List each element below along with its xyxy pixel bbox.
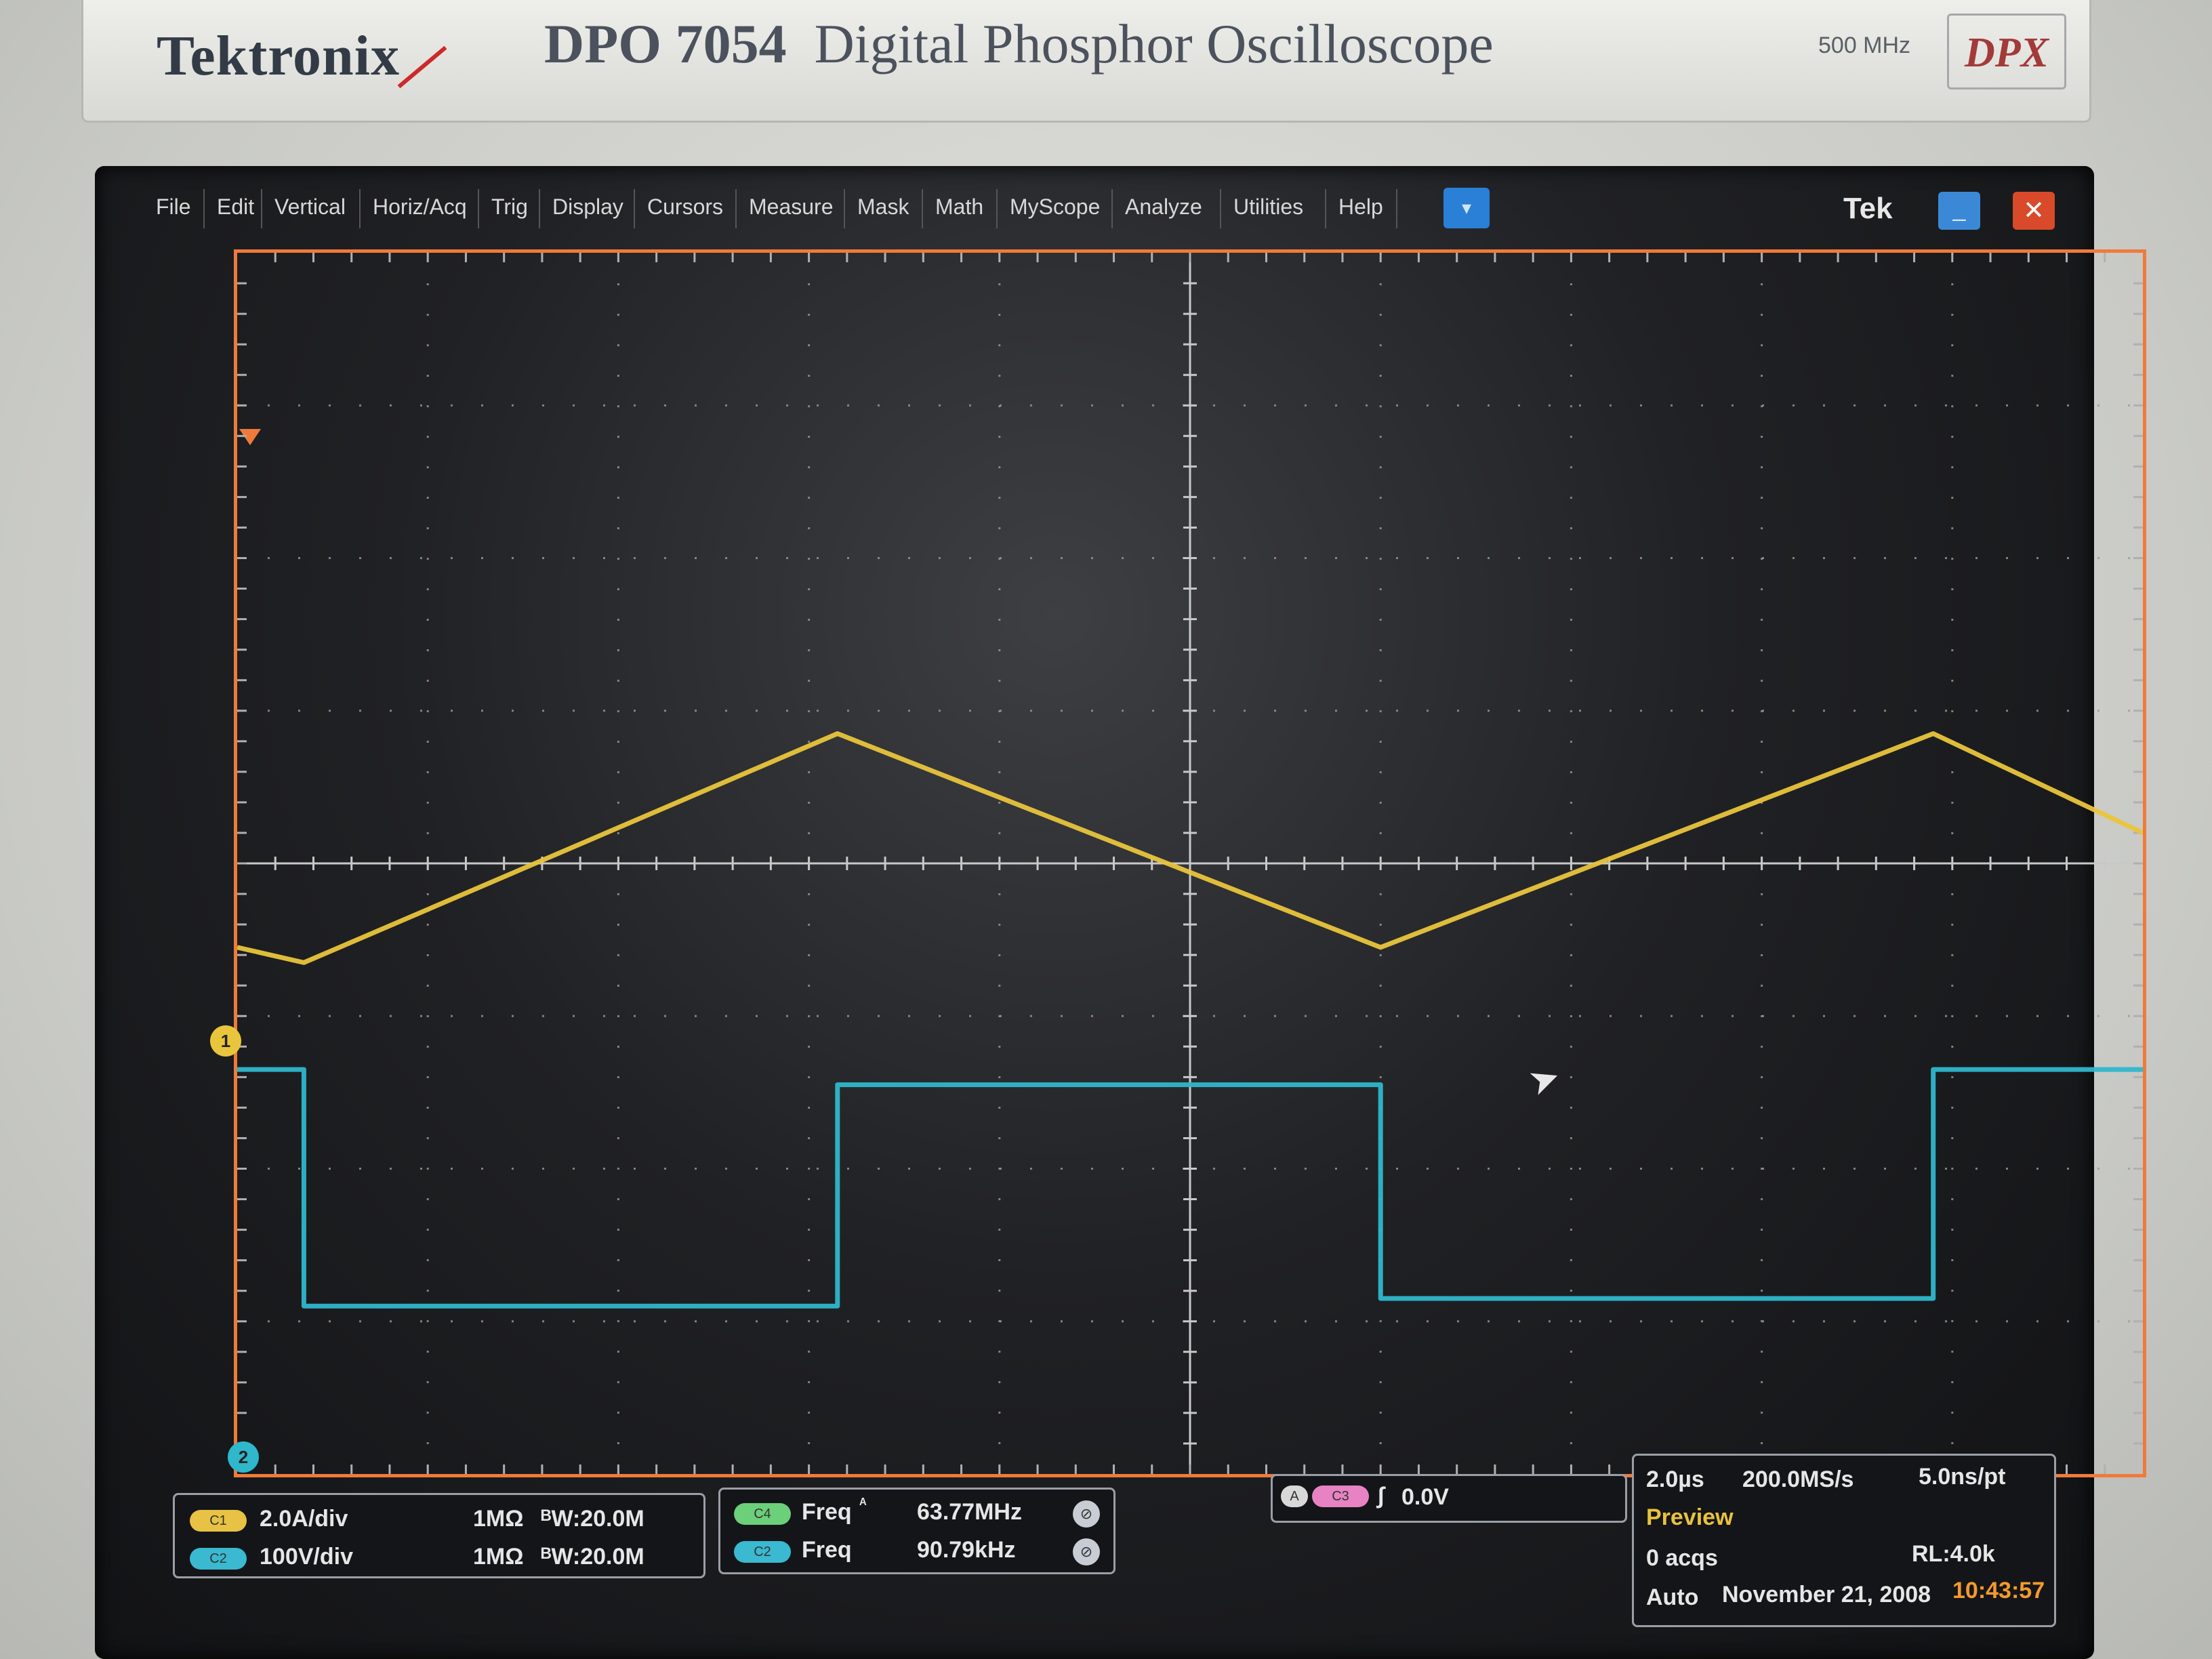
- close-button[interactable]: ✕: [2013, 192, 2055, 230]
- measurement-panel[interactable]: C4 Freq ᴬ 63.77MHz ⊘ C2 Freq 90.79kHz ⊘: [718, 1488, 1115, 1574]
- ch2-scale[interactable]: 100V/div: [260, 1544, 353, 1570]
- ch1-scale[interactable]: 2.0A/div: [260, 1506, 348, 1532]
- meas2-name: Freq: [802, 1537, 852, 1563]
- menu-analyze[interactable]: Analyze: [1125, 194, 1202, 220]
- menu-dropdown-icon[interactable]: ▾: [1443, 188, 1490, 228]
- bandwidth-label: 500 MHz: [1818, 33, 1911, 58]
- meas2-value: 90.79kHz: [917, 1537, 1016, 1563]
- scope-screen: File Edit Vertical Horiz/Acq Trig Displa…: [95, 166, 2146, 1659]
- menu-separator: [634, 189, 635, 228]
- menu-separator: [735, 189, 737, 228]
- clock-time: 10:43:57: [1952, 1578, 2045, 1603]
- menu-separator: [922, 189, 923, 228]
- trigger-panel[interactable]: A C3 ∫ 0.0V: [1271, 1474, 1627, 1523]
- trigger-level: 0.0V: [1401, 1484, 1449, 1510]
- waveform-plot: [237, 253, 2143, 1474]
- menu-file[interactable]: File: [156, 194, 191, 220]
- meas1-qualifier: ᴬ: [859, 1495, 867, 1512]
- menu-cursors[interactable]: Cursors: [647, 194, 723, 220]
- menu-vertical[interactable]: Vertical: [274, 194, 346, 220]
- ch2-bandwidth: ᴮW:20.0M: [541, 1544, 644, 1570]
- meas1-chip: C4: [734, 1503, 791, 1525]
- model-label: DPO 7054 Digital Phosphor Oscilloscope: [544, 12, 1494, 76]
- meas1-info-icon[interactable]: ⊘: [1073, 1500, 1100, 1528]
- menu-separator: [1220, 189, 1221, 228]
- menu-separator: [844, 189, 845, 228]
- menu-mask[interactable]: Mask: [857, 194, 909, 220]
- menu-separator: [1111, 189, 1113, 228]
- brand-logo: Tektronix: [157, 24, 401, 87]
- trigger-slope-icon: ∫: [1378, 1483, 1385, 1509]
- menu-separator: [359, 189, 361, 228]
- ch1-impedance: 1MΩ: [473, 1506, 524, 1532]
- tek-brand-label: Tek: [1843, 192, 1893, 225]
- ch2-chip[interactable]: C2: [190, 1548, 247, 1570]
- menu-separator: [1325, 189, 1326, 228]
- sample-rate: 200.0MS/s: [1742, 1467, 1854, 1492]
- menu-separator: [478, 189, 479, 228]
- waveform-display: [234, 249, 2146, 1477]
- minimize-button[interactable]: _: [1938, 192, 1980, 230]
- trigger-mode: A: [1281, 1486, 1308, 1507]
- model-number: DPO 7054: [544, 13, 787, 75]
- menu-separator: [539, 189, 540, 228]
- ch1-ground-marker[interactable]: 1: [210, 1025, 241, 1057]
- acquisition-panel[interactable]: 2.0µs 200.0MS/s 5.0ns/pt Preview 0 acqs …: [1632, 1454, 2056, 1627]
- ch1-bandwidth: ᴮW:20.0M: [541, 1506, 644, 1532]
- menu-help[interactable]: Help: [1338, 194, 1383, 220]
- meas1-name: Freq: [802, 1499, 852, 1525]
- menu-horiz-acq[interactable]: Horiz/Acq: [373, 194, 467, 220]
- ch2-ground-marker[interactable]: 2: [228, 1441, 259, 1473]
- acq-state: Preview: [1646, 1504, 1734, 1530]
- meas2-chip: C2: [734, 1541, 791, 1563]
- trigger-source-chip: C3: [1312, 1486, 1369, 1507]
- ch2-impedance: 1MΩ: [473, 1544, 524, 1570]
- menu-bar: File Edit Vertical Horiz/Acq Trig Displa…: [122, 178, 2074, 239]
- menu-edit[interactable]: Edit: [217, 194, 254, 220]
- ch1-chip[interactable]: C1: [190, 1510, 247, 1532]
- acq-count: 0 acqs: [1646, 1545, 1718, 1571]
- menu-measure[interactable]: Measure: [749, 194, 834, 220]
- dpx-badge: DPX: [1947, 14, 2066, 89]
- menu-display[interactable]: Display: [552, 194, 623, 220]
- resolution: 5.0ns/pt: [1919, 1464, 2006, 1490]
- brand-logo-slash: [397, 45, 447, 89]
- date: November 21, 2008: [1722, 1582, 1931, 1607]
- menu-utilities[interactable]: Utilities: [1233, 194, 1303, 220]
- time-per-div[interactable]: 2.0µs: [1646, 1467, 1704, 1493]
- meas1-value: 63.77MHz: [917, 1499, 1022, 1525]
- menu-separator: [261, 189, 262, 228]
- menu-trig[interactable]: Trig: [491, 194, 528, 220]
- channel-settings-panel[interactable]: C1 2.0A/div 1MΩ ᴮW:20.0M C2 100V/div 1MΩ…: [173, 1493, 705, 1578]
- model-name: Digital Phosphor Oscilloscope: [814, 13, 1494, 75]
- menu-separator: [996, 189, 998, 228]
- record-length: RL:4.0k: [1912, 1541, 1995, 1567]
- menu-separator: [1396, 189, 1397, 228]
- menu-separator: [203, 189, 205, 228]
- meas2-info-icon[interactable]: ⊘: [1073, 1538, 1100, 1565]
- menu-myscope[interactable]: MyScope: [1010, 194, 1100, 220]
- trigger-mode-label: Auto: [1646, 1584, 1699, 1610]
- instrument-bezel: Tektronix DPO 7054 Digital Phosphor Osci…: [81, 0, 2091, 123]
- menu-math[interactable]: Math: [935, 194, 983, 220]
